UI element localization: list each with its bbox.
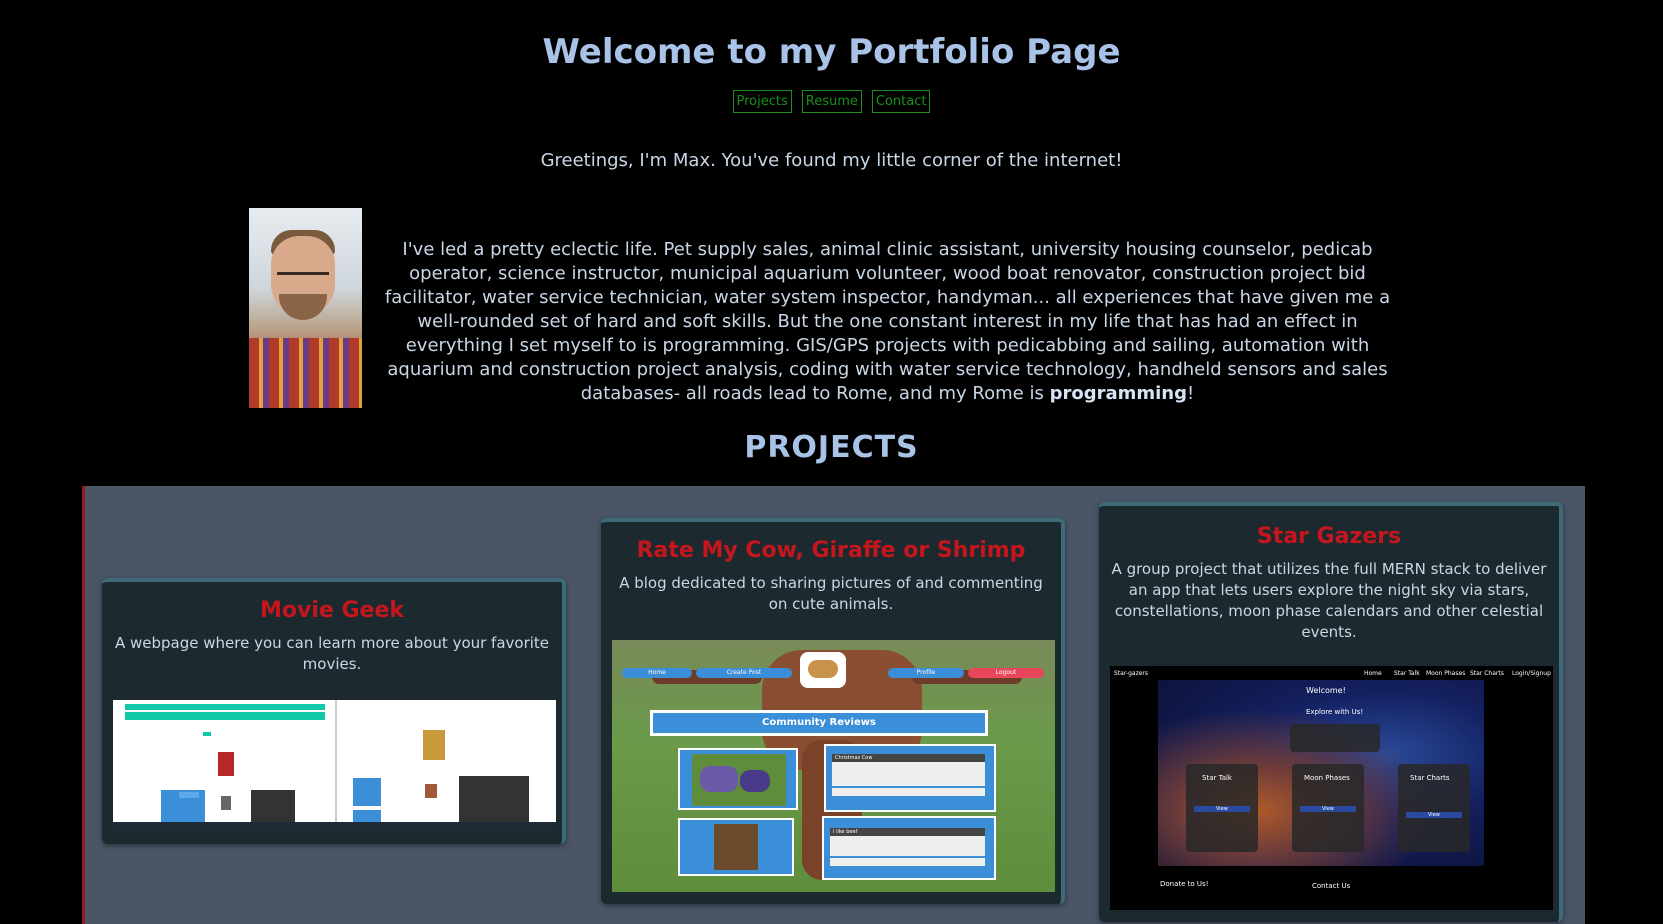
screenshot-nav-item: Moon Phases (1426, 670, 1466, 677)
projects-heading: PROJECTS (744, 430, 919, 465)
screenshot-footer-donate: Donate to Us! (1160, 880, 1209, 888)
screenshot-explore: Explore with Us! (1306, 708, 1364, 716)
greeting-text: Greetings, I'm Max. You've found my litt… (540, 150, 1123, 171)
nav-contact-link[interactable]: Contact (871, 90, 931, 113)
bio-text: I've led a pretty eclectic life. Pet sup… (384, 239, 1391, 404)
project-description: A group project that utilizes the full M… (1111, 560, 1547, 641)
screenshot-nav-create-post: Create Post (696, 668, 792, 678)
screenshot-view-button: View (1428, 812, 1440, 818)
screenshot-nav-item: Star Talk (1394, 670, 1420, 677)
screenshot-reviews-header: Community Reviews (650, 710, 988, 736)
project-title[interactable]: Star Gazers (1099, 524, 1559, 549)
project-screenshot[interactable]: Home Create Post Profile Logout Communit… (612, 640, 1055, 892)
bio-end: ! (1187, 383, 1195, 404)
screenshot-view-button: View (1322, 806, 1334, 812)
project-card-star-gazers[interactable]: Star Gazers A group project that utilize… (1099, 502, 1563, 922)
bio-emphasis: programming (1049, 383, 1188, 404)
screenshot-nav-item: Login/Signup (1512, 670, 1551, 677)
screenshot-nav-item: Home (1364, 670, 1382, 677)
project-card-movie-geek[interactable]: Movie Geek A webpage where you can learn… (102, 578, 566, 844)
project-screenshot[interactable] (113, 700, 556, 830)
page-title: Welcome to my Portfolio Page (542, 32, 1121, 72)
screenshot-footer-contact: Contact Us (1312, 882, 1351, 890)
screenshot-nav-home: Home (622, 668, 692, 678)
project-description: A webpage where you can learn more about… (114, 634, 550, 673)
project-title[interactable]: Movie Geek (102, 598, 562, 623)
projects-section: Movie Geek A webpage where you can learn… (82, 486, 1585, 924)
project-screenshot[interactable]: Star-gazers Home Star Talk Moon Phases S… (1110, 666, 1553, 910)
screenshot-post-title: Christmas Cow (832, 754, 985, 762)
screenshot-view-button: View (1216, 806, 1228, 812)
project-title[interactable]: Rate My Cow, Giraffe or Shrimp (601, 538, 1061, 563)
screenshot-panel-title: Star Charts (1410, 774, 1450, 782)
screenshot-panel-title: Star Talk (1202, 774, 1232, 782)
profile-photo (249, 208, 362, 408)
screenshot-welcome: Welcome! (1306, 686, 1346, 695)
nav-resume-link[interactable]: Resume (801, 90, 862, 113)
portfolio-page: Welcome to my Portfolio Page Projects Res… (0, 0, 1663, 924)
nav-bar: Projects Resume Contact (0, 90, 1663, 113)
screenshot-logo (800, 652, 846, 688)
screenshot-nav-item: Star Charts (1470, 670, 1504, 677)
project-card-rate-my-cow[interactable]: Rate My Cow, Giraffe or Shrimp A blog de… (601, 518, 1065, 904)
bio-paragraph: I've led a pretty eclectic life. Pet sup… (375, 238, 1400, 406)
screenshot-nav-logout: Logout (968, 668, 1044, 678)
project-description: A blog dedicated to sharing pictures of … (619, 574, 1043, 613)
screenshot-nav-profile: Profile (888, 668, 964, 678)
nav-projects-link[interactable]: Projects (732, 90, 792, 113)
screenshot-post-title: I like beef (830, 828, 985, 836)
screenshot-brand: Star-gazers (1114, 670, 1149, 677)
screenshot-panel-title: Moon Phases (1304, 774, 1350, 782)
